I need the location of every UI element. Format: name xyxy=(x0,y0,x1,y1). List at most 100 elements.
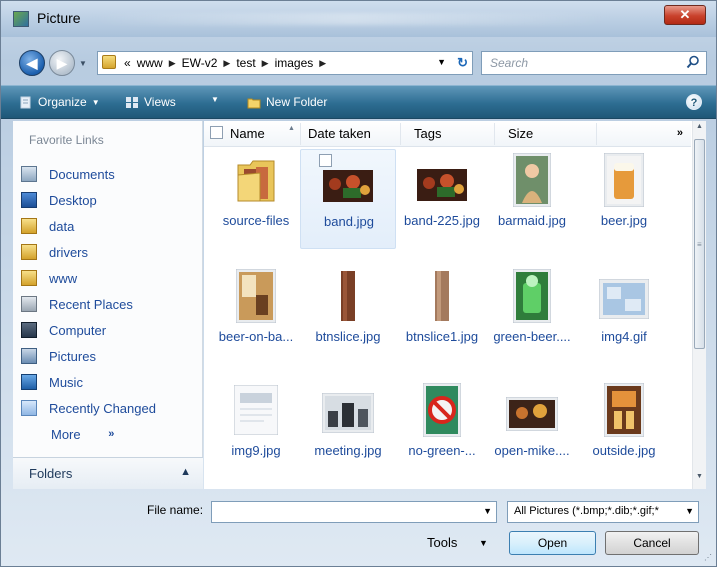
file-name-label: File name: xyxy=(147,503,204,517)
file-item[interactable]: green-beer.... xyxy=(484,265,580,365)
file-name: outside.jpg xyxy=(592,443,656,458)
sidebar-item-pictures[interactable]: Pictures xyxy=(21,343,201,369)
button-slice-icon xyxy=(435,271,449,321)
file-item[interactable]: band-225.jpg xyxy=(394,149,490,249)
chevron-down-icon[interactable]: ▼ xyxy=(685,506,694,516)
file-name-input[interactable]: ▼ xyxy=(211,501,497,523)
file-name: source-files xyxy=(222,213,290,228)
window-title: Picture xyxy=(37,10,81,26)
file-checkbox[interactable] xyxy=(319,154,332,167)
file-name: band-225.jpg xyxy=(404,213,480,228)
column-divider[interactable] xyxy=(494,123,495,145)
chevron-down-icon: ▼ xyxy=(91,97,100,107)
sidebar-item-label: Computer xyxy=(49,322,107,338)
recent-places-icon xyxy=(21,296,37,312)
gif-image-icon xyxy=(599,279,649,319)
search-icon[interactable] xyxy=(686,55,700,69)
chevron-down-icon[interactable]: ▼ xyxy=(483,506,492,516)
search-input[interactable]: Search xyxy=(490,56,528,70)
chevron-down-icon[interactable]: ▼ xyxy=(479,538,488,548)
file-item[interactable]: img4.gif xyxy=(576,265,672,365)
sidebar-item-www[interactable]: www xyxy=(21,265,201,291)
sidebar-item-recent-places[interactable]: Recent Places xyxy=(21,291,201,317)
file-item[interactable]: btnslice.jpg xyxy=(300,265,396,365)
back-button[interactable]: ◀ xyxy=(19,50,45,76)
file-item[interactable]: source-files xyxy=(208,149,304,249)
sidebar-item-recently-changed[interactable]: Recently Changed xyxy=(21,395,201,421)
select-all-checkbox[interactable] xyxy=(210,126,223,139)
views-dropdown[interactable]: ▼ xyxy=(211,95,219,104)
open-button[interactable]: Open xyxy=(509,531,596,555)
column-divider[interactable] xyxy=(400,123,401,145)
breadcrumb-item[interactable]: images xyxy=(275,56,314,70)
scroll-up-icon[interactable]: ▲ xyxy=(693,123,706,137)
new-folder-icon xyxy=(247,98,261,108)
meeting-photo-icon xyxy=(322,393,374,433)
column-divider[interactable] xyxy=(300,123,301,145)
file-type-value: All Pictures (*.bmp;*.dib;*.gif;* xyxy=(514,505,659,517)
close-button[interactable]: ✕ xyxy=(664,5,706,25)
file-item[interactable]: img9.jpg xyxy=(208,379,304,479)
file-item-hovered[interactable]: band.jpg xyxy=(300,149,396,249)
help-icon[interactable]: ? xyxy=(686,94,702,110)
sidebar-item-music[interactable]: Music xyxy=(21,369,201,395)
organize-button[interactable]: Organize ▼ xyxy=(19,95,100,109)
more-links-button[interactable]: More » xyxy=(21,421,201,447)
breadcrumb-item[interactable]: EW-v2 xyxy=(182,56,218,70)
title-bar[interactable]: Picture ✕ xyxy=(1,1,716,37)
refresh-icon[interactable]: ↻ xyxy=(457,55,468,71)
sidebar-item-documents[interactable]: Documents xyxy=(21,161,201,187)
documents-icon xyxy=(21,166,37,182)
address-bar[interactable]: « www ▶ EW-v2 ▶ test ▶ images ▶ ▼ ↻ xyxy=(97,51,473,75)
file-item[interactable]: btnslice1.jpg xyxy=(394,265,490,365)
views-label: Views xyxy=(144,95,176,109)
column-divider[interactable] xyxy=(596,123,597,145)
more-columns-button[interactable]: » xyxy=(677,127,683,139)
views-button[interactable]: Views xyxy=(125,95,176,109)
file-item[interactable]: meeting.jpg xyxy=(300,379,396,479)
breadcrumb-arrow-icon[interactable]: ▶ xyxy=(319,58,326,69)
resize-grip-icon[interactable]: ⋰ xyxy=(704,553,712,562)
column-size[interactable]: Size xyxy=(508,126,533,141)
more-label: More xyxy=(51,426,81,442)
portrait-photo-icon xyxy=(513,153,551,207)
file-item[interactable]: outside.jpg xyxy=(576,379,672,479)
tools-button[interactable]: Tools xyxy=(427,535,457,550)
file-item[interactable]: beer-on-ba... xyxy=(208,265,304,365)
sidebar-item-drivers[interactable]: drivers xyxy=(21,239,201,265)
file-item[interactable]: barmaid.jpg xyxy=(484,149,580,249)
new-folder-label: New Folder xyxy=(266,95,328,109)
recent-pages-dropdown-icon[interactable]: ▼ xyxy=(79,59,89,69)
address-row: ◀ ▶ ▼ « www ▶ EW-v2 ▶ test ▶ images ▶ ▼ … xyxy=(1,41,716,81)
file-item[interactable]: open-mike.... xyxy=(484,379,580,479)
breadcrumb-arrow-icon[interactable]: ▶ xyxy=(169,58,176,69)
file-item[interactable]: beer.jpg xyxy=(576,149,672,249)
new-folder-button[interactable]: New Folder xyxy=(247,95,327,109)
forward-button[interactable]: ▶ xyxy=(49,50,75,76)
button-slice-icon xyxy=(341,271,355,321)
breadcrumb-item[interactable]: www xyxy=(137,56,163,70)
sidebar-item-desktop[interactable]: Desktop xyxy=(21,187,201,213)
vertical-scrollbar[interactable]: ▲ ≡ ▼ xyxy=(692,121,706,489)
sidebar-item-label: data xyxy=(49,218,75,234)
file-name: no-green-... xyxy=(408,443,476,458)
app-icon xyxy=(13,11,29,27)
cancel-button[interactable]: Cancel xyxy=(605,531,699,555)
file-type-select[interactable]: All Pictures (*.bmp;*.dib;*.gif;* ▼ xyxy=(507,501,699,523)
breadcrumb-item[interactable]: test xyxy=(236,56,255,70)
address-dropdown-icon[interactable]: ▼ xyxy=(437,57,446,67)
file-item[interactable]: no-green-... xyxy=(394,379,490,479)
breadcrumb-arrow-icon[interactable]: ▶ xyxy=(262,58,269,69)
search-box[interactable]: Search xyxy=(481,51,707,75)
column-name[interactable]: ▲ Name xyxy=(230,125,295,141)
folders-toggle[interactable]: Folders ▲ xyxy=(13,457,203,489)
sidebar-item-computer[interactable]: Computer xyxy=(21,317,201,343)
column-tags[interactable]: Tags xyxy=(414,126,441,141)
breadcrumb-overflow[interactable]: « xyxy=(124,56,131,70)
scroll-down-icon[interactable]: ▼ xyxy=(693,473,706,487)
breadcrumb-arrow-icon[interactable]: ▶ xyxy=(223,58,230,69)
sidebar-item-label: Desktop xyxy=(49,192,97,208)
column-date-taken[interactable]: Date taken xyxy=(308,126,371,141)
sidebar-item-data[interactable]: data xyxy=(21,213,201,239)
scrollbar-thumb[interactable]: ≡ xyxy=(694,139,705,349)
